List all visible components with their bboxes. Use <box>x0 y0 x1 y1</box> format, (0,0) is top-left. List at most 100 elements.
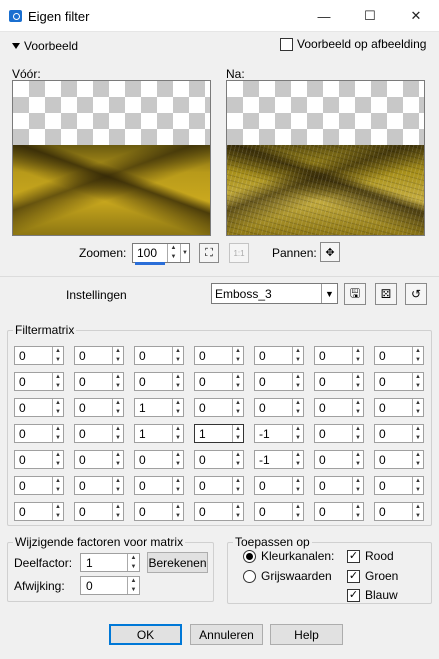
matrix-cell-spin-arrows[interactable]: ▲ ▼ <box>52 373 63 390</box>
spin-up-icon[interactable]: ▲ <box>233 477 243 486</box>
matrix-cell[interactable]: 0 ▲ ▼ <box>14 372 64 391</box>
spin-down-icon[interactable]: ▼ <box>233 434 243 443</box>
matrix-cell[interactable]: 0 ▲ ▼ <box>134 476 184 495</box>
matrix-cell[interactable]: 0 ▲ ▼ <box>14 424 64 443</box>
spin-up-icon[interactable]: ▲ <box>413 503 423 512</box>
matrix-cell[interactable]: 0 ▲ ▼ <box>194 398 244 417</box>
matrix-cell-spin-arrows[interactable]: ▲ ▼ <box>352 347 363 364</box>
matrix-cell-spin-arrows[interactable]: ▲ ▼ <box>172 399 183 416</box>
spin-up-icon[interactable]: ▲ <box>413 347 423 356</box>
matrix-cell-spin-arrows[interactable]: ▲ ▼ <box>52 503 63 520</box>
matrix-cell[interactable]: 0 ▲ ▼ <box>374 476 424 495</box>
matrix-cell[interactable]: 0 ▲ ▼ <box>374 346 424 365</box>
spin-down-icon[interactable]: ▼ <box>413 382 423 391</box>
zoom-spinbox[interactable]: 100 ▲ ▼ ▼ <box>132 243 190 265</box>
matrix-cell-value[interactable]: 0 <box>379 479 386 493</box>
matrix-cell-spin-arrows[interactable]: ▲ ▼ <box>292 373 303 390</box>
divisor-spinbox[interactable]: 1 ▲ ▼ <box>80 553 140 572</box>
spin-up-icon[interactable]: ▲ <box>53 399 63 408</box>
matrix-cell-value[interactable]: 0 <box>319 427 326 441</box>
spin-up-icon[interactable]: ▲ <box>353 477 363 486</box>
spin-down-icon[interactable]: ▼ <box>353 408 363 417</box>
spin-down-icon[interactable]: ▼ <box>233 460 243 469</box>
close-button[interactable]: ✕ <box>393 0 439 32</box>
matrix-cell-value[interactable]: 0 <box>79 453 86 467</box>
matrix-cell-value[interactable]: 0 <box>19 349 26 363</box>
checkmark-icon[interactable]: ✓ <box>347 588 360 602</box>
matrix-cell-value[interactable]: 0 <box>79 349 86 363</box>
matrix-cell-spin-arrows[interactable]: ▲ ▼ <box>232 425 243 442</box>
matrix-cell-spin-arrows[interactable]: ▲ ▼ <box>232 399 243 416</box>
matrix-cell[interactable]: 0 ▲ ▼ <box>74 398 124 417</box>
spin-down-icon[interactable]: ▼ <box>128 586 139 595</box>
spin-down-icon[interactable]: ▼ <box>353 460 363 469</box>
matrix-cell[interactable]: 0 ▲ ▼ <box>374 424 424 443</box>
matrix-cell[interactable]: 0 ▲ ▼ <box>254 502 304 521</box>
matrix-cell-value[interactable]: 0 <box>259 479 266 493</box>
spin-down-icon[interactable]: ▼ <box>233 356 243 365</box>
matrix-cell[interactable]: 0 ▲ ▼ <box>74 346 124 365</box>
blue-checkbox[interactable]: ✓ Blauw <box>347 588 398 602</box>
matrix-cell-value[interactable]: 0 <box>259 401 266 415</box>
matrix-cell[interactable]: 0 ▲ ▼ <box>14 346 64 365</box>
matrix-cell[interactable]: 0 ▲ ▼ <box>374 502 424 521</box>
matrix-cell[interactable]: -1 ▲ ▼ <box>254 450 304 469</box>
matrix-cell-value[interactable]: 0 <box>19 427 26 441</box>
matrix-cell-spin-arrows[interactable]: ▲ ▼ <box>412 373 423 390</box>
spin-up-icon[interactable]: ▲ <box>413 399 423 408</box>
matrix-cell[interactable]: 0 ▲ ▼ <box>314 424 364 443</box>
spin-down-icon[interactable]: ▼ <box>293 486 303 495</box>
matrix-cell-value[interactable]: 0 <box>139 375 146 389</box>
spin-down-icon[interactable]: ▼ <box>413 512 423 521</box>
matrix-cell[interactable]: 0 ▲ ▼ <box>134 346 184 365</box>
chevron-down-icon[interactable]: ▼ <box>321 284 337 303</box>
spin-down-icon[interactable]: ▼ <box>53 408 63 417</box>
spin-down-icon[interactable]: ▼ <box>173 382 183 391</box>
matrix-cell-value[interactable]: 0 <box>19 479 26 493</box>
matrix-cell-spin-arrows[interactable]: ▲ ▼ <box>112 503 123 520</box>
spin-up-icon[interactable]: ▲ <box>113 477 123 486</box>
preview-on-image-checkbox[interactable]: Voorbeeld op afbeelding <box>280 37 426 51</box>
zoom-slider-track[interactable] <box>135 262 165 265</box>
matrix-cell-spin-arrows[interactable]: ▲ ▼ <box>232 477 243 494</box>
spin-down-icon[interactable]: ▼ <box>353 486 363 495</box>
matrix-cell-value[interactable]: 0 <box>19 505 26 519</box>
matrix-cell[interactable]: 0 ▲ ▼ <box>74 502 124 521</box>
spin-down-icon[interactable]: ▼ <box>113 512 123 521</box>
matrix-cell-spin-arrows[interactable]: ▲ ▼ <box>352 425 363 442</box>
spin-down-icon[interactable]: ▼ <box>173 512 183 521</box>
color-channels-radio[interactable]: Kleurkanalen: <box>243 549 334 563</box>
matrix-cell-value[interactable]: 0 <box>19 375 26 389</box>
matrix-cell-value[interactable]: 0 <box>379 427 386 441</box>
matrix-cell-spin-arrows[interactable]: ▲ ▼ <box>292 451 303 468</box>
matrix-cell-value[interactable]: 0 <box>379 349 386 363</box>
matrix-cell[interactable]: 0 ▲ ▼ <box>194 450 244 469</box>
matrix-cell-spin-arrows[interactable]: ▲ ▼ <box>52 425 63 442</box>
spin-down-icon[interactable]: ▼ <box>353 434 363 443</box>
matrix-cell-value[interactable]: 0 <box>319 349 326 363</box>
matrix-cell-value[interactable]: 0 <box>19 453 26 467</box>
matrix-cell-spin-arrows[interactable]: ▲ ▼ <box>352 399 363 416</box>
matrix-cell-spin-arrows[interactable]: ▲ ▼ <box>172 373 183 390</box>
zoom-value[interactable]: 100 <box>137 246 157 260</box>
matrix-cell-spin-arrows[interactable]: ▲ ▼ <box>112 477 123 494</box>
matrix-cell-spin-arrows[interactable]: ▲ ▼ <box>352 477 363 494</box>
maximize-button[interactable]: ☐ <box>347 0 393 32</box>
spin-down-icon[interactable]: ▼ <box>353 356 363 365</box>
matrix-cell-spin-arrows[interactable]: ▲ ▼ <box>292 399 303 416</box>
radio-icon[interactable] <box>243 569 256 583</box>
spin-down-icon[interactable]: ▼ <box>113 408 123 417</box>
preview-toggle[interactable]: Voorbeeld <box>12 38 78 54</box>
matrix-cell[interactable]: 0 ▲ ▼ <box>314 372 364 391</box>
matrix-cell-spin-arrows[interactable]: ▲ ▼ <box>172 347 183 364</box>
spin-up-icon[interactable]: ▲ <box>128 577 139 586</box>
spin-up-icon[interactable]: ▲ <box>113 425 123 434</box>
spin-up-icon[interactable]: ▲ <box>53 451 63 460</box>
zoom-dropdown-arrow[interactable]: ▼ <box>180 244 189 262</box>
matrix-cell-spin-arrows[interactable]: ▲ ▼ <box>232 373 243 390</box>
zoom-to-fit-button[interactable]: ⛶ <box>199 243 219 263</box>
matrix-cell-spin-arrows[interactable]: ▲ ▼ <box>232 503 243 520</box>
spin-down-icon[interactable]: ▼ <box>233 512 243 521</box>
matrix-cell-spin-arrows[interactable]: ▲ ▼ <box>292 347 303 364</box>
matrix-cell-value[interactable]: 0 <box>139 349 146 363</box>
